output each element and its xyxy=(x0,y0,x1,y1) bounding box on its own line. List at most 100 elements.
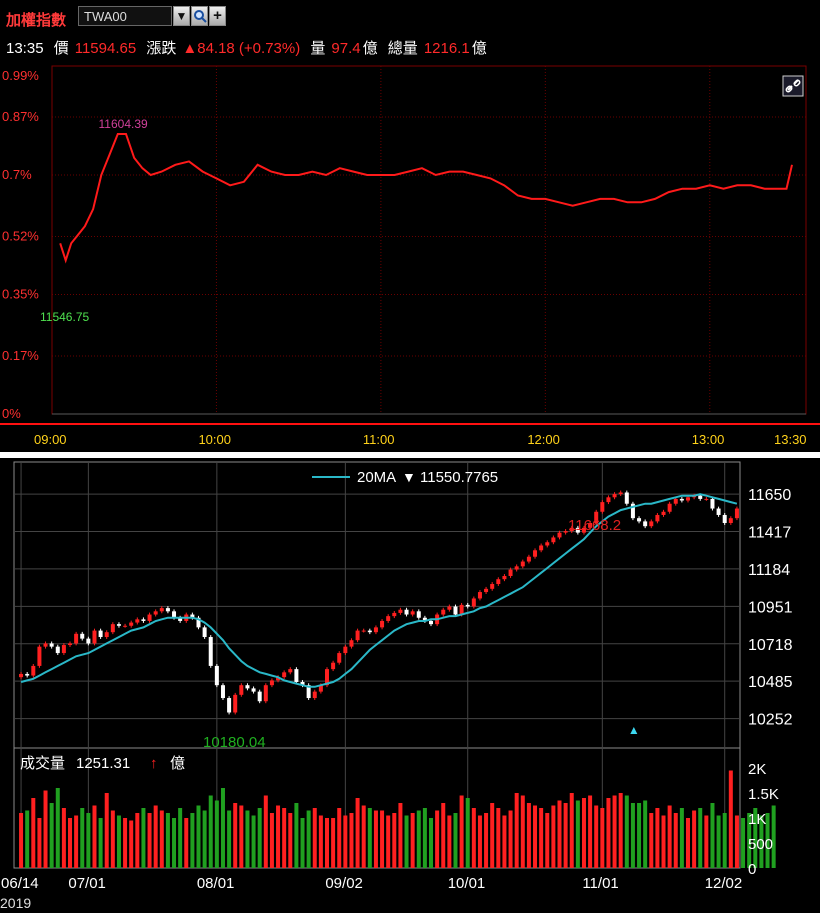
volume-bar xyxy=(722,813,727,868)
volume-bar xyxy=(43,790,48,868)
volume-bar xyxy=(606,798,611,868)
volume-bar xyxy=(435,810,440,868)
volume-bar xyxy=(141,808,146,868)
intraday-panel: 加權指數 TWA00 ▼ + 13:35 價 11594.65 漲跌 ▲84.18 … xyxy=(0,0,820,452)
dropdown-icon[interactable]: ▼ xyxy=(173,6,190,26)
candle xyxy=(355,628,360,643)
volume-bar xyxy=(588,795,593,868)
candle-body xyxy=(282,672,287,678)
volume-bar xyxy=(98,818,103,868)
candle xyxy=(214,663,219,688)
candle-body xyxy=(331,662,336,670)
candle xyxy=(392,610,397,619)
candle xyxy=(398,607,403,615)
volume-bar xyxy=(429,818,434,868)
volume-bar xyxy=(269,813,274,868)
volume-y-tick: 0 xyxy=(748,861,756,878)
volume-bar xyxy=(630,803,635,868)
ma-legend-name: 20MA xyxy=(357,469,396,486)
candle xyxy=(447,604,452,612)
volume-bar xyxy=(227,810,232,868)
add-icon[interactable]: + xyxy=(209,6,226,26)
volume-bar xyxy=(692,810,697,868)
intraday-y-tick: 0.35% xyxy=(2,287,39,302)
candle-body xyxy=(618,492,623,495)
volume-legend-unit: 億 xyxy=(170,755,185,772)
volume-bar xyxy=(165,813,170,868)
candle xyxy=(159,606,164,614)
candle-body xyxy=(263,685,268,702)
volume-y-tick: 2K xyxy=(748,761,766,778)
candle xyxy=(606,495,611,505)
candle xyxy=(233,692,238,715)
candle-body xyxy=(612,494,617,498)
toolbar: 加權指數 TWA00 ▼ + xyxy=(0,0,820,34)
candle xyxy=(643,519,648,529)
intraday-frame xyxy=(51,65,807,415)
candle-body xyxy=(386,616,391,621)
intraday-y-tick: 0.7% xyxy=(2,167,32,182)
intraday-x-tick: 13:00 xyxy=(692,432,725,447)
candle-body xyxy=(526,556,531,562)
candle xyxy=(19,672,24,680)
candle-body xyxy=(337,653,342,663)
candle xyxy=(373,625,378,635)
total-volume-label: 總量 xyxy=(387,40,418,57)
volume-bar xyxy=(257,808,262,868)
daily-low-label: 10180.04 xyxy=(203,734,266,751)
signal-marker: ▲ xyxy=(628,723,640,737)
search-icon[interactable] xyxy=(191,6,208,26)
candle xyxy=(710,496,715,511)
price-y-tick: 10485 xyxy=(748,674,793,691)
candle xyxy=(343,644,348,655)
candle-body xyxy=(465,604,470,607)
volume-bar xyxy=(716,815,721,868)
volume-bar xyxy=(172,818,177,868)
candle xyxy=(728,516,733,525)
candle-body xyxy=(716,508,721,515)
volume-bar xyxy=(318,815,323,868)
volume-legend-label: 成交量 xyxy=(20,754,65,772)
quote-time: 13:35 xyxy=(6,40,44,57)
volume-bar xyxy=(263,795,268,868)
candle xyxy=(520,559,525,569)
candle xyxy=(704,496,709,501)
symbol-input[interactable]: TWA00 xyxy=(78,6,172,26)
candle-body xyxy=(679,498,684,501)
volume-bar xyxy=(416,810,421,868)
volume-bar xyxy=(153,805,158,868)
volume-bar xyxy=(679,808,684,868)
candle-body xyxy=(698,495,703,499)
candle-body xyxy=(141,619,146,621)
candle xyxy=(441,607,446,617)
volume-bar xyxy=(704,815,709,868)
candle xyxy=(649,519,654,529)
volume-y-tick: 1.5K xyxy=(748,786,779,803)
volume-bar xyxy=(698,808,703,868)
volume-bar xyxy=(465,798,470,868)
candle xyxy=(294,667,299,684)
candle xyxy=(637,516,642,524)
volume-bar xyxy=(214,800,219,868)
candle xyxy=(361,628,366,633)
volume-bar xyxy=(86,813,91,868)
candle-body xyxy=(165,608,170,612)
candle xyxy=(331,660,336,672)
volume-bar xyxy=(129,820,134,868)
volume-value: 97.4 xyxy=(331,40,361,57)
intraday-x-tick: 11:00 xyxy=(363,432,395,447)
price-y-tick: 10252 xyxy=(748,712,793,729)
volume-bar xyxy=(422,808,427,868)
volume-bar xyxy=(410,813,415,868)
volume-bar xyxy=(398,803,403,868)
ma-legend-arrow: ▼ xyxy=(402,469,416,485)
link-icon[interactable] xyxy=(782,75,804,97)
candle-body xyxy=(655,514,660,522)
daily-chart: 20MA ▼ 11550.7765 11668.2 10180.04 ▲ 116… xyxy=(0,461,793,911)
candle xyxy=(533,548,538,559)
volume-bar xyxy=(104,793,109,868)
volume-bar xyxy=(324,818,329,868)
candle-body xyxy=(410,611,415,615)
volume-bar xyxy=(649,813,654,868)
candle-body xyxy=(343,646,348,654)
